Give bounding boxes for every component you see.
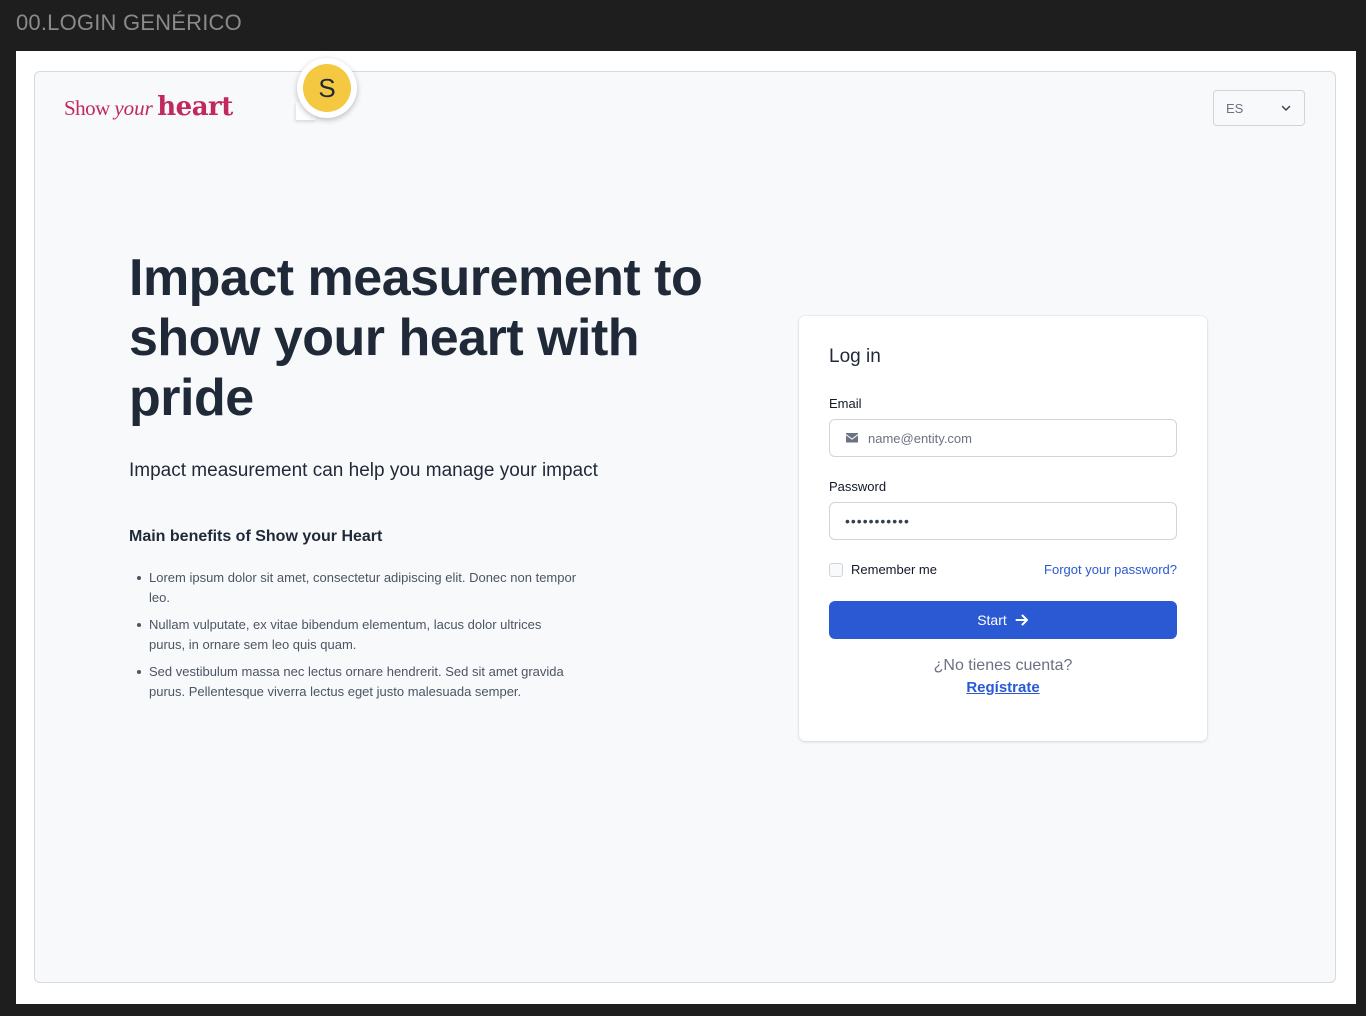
hero-title: Impact measurement to show your heart wi… — [129, 249, 703, 427]
hero-subtitle: Impact measurement can help you manage y… — [129, 460, 598, 481]
start-button[interactable]: Start — [829, 601, 1177, 639]
list-item: Sed vestibulum massa nec lectus ornare h… — [137, 662, 579, 702]
language-value: ES — [1226, 100, 1244, 116]
brand-logo[interactable]: Show your heart — [64, 92, 233, 122]
login-title: Log in — [829, 346, 881, 367]
benefits-title: Main benefits of Show your Heart — [129, 528, 383, 545]
no-account-text: ¿No tienes cuenta? — [933, 657, 1073, 674]
avatar[interactable]: S — [297, 58, 357, 118]
email-field-wrapper — [829, 419, 1177, 457]
logo-part-heart: heart — [157, 92, 233, 122]
forgot-password-link[interactable]: Forgot your password? — [1044, 562, 1177, 577]
login-page: Show your heart S ES Impact measurement … — [34, 58, 1336, 983]
chevron-down-icon — [1281, 105, 1291, 111]
remember-row: Remember me Forgot your password? — [829, 562, 1177, 577]
remember-me-label: Remember me — [851, 562, 937, 577]
list-item: Nullam vulputate, ex vitae bibendum elem… — [137, 615, 579, 655]
language-select[interactable]: ES — [1213, 90, 1305, 126]
logo-part-your: your — [114, 96, 153, 120]
password-field-wrapper — [829, 502, 1177, 540]
email-field[interactable] — [830, 420, 1176, 456]
password-label: Password — [829, 479, 887, 494]
logo-part-show: Show — [64, 96, 110, 120]
avatar-initial: S — [303, 64, 351, 112]
password-field[interactable] — [830, 503, 1176, 539]
remember-me-checkbox[interactable] — [829, 562, 843, 577]
start-button-label: Start — [977, 612, 1007, 628]
email-label: Email — [829, 396, 862, 411]
register-link[interactable]: Regístrate — [829, 679, 1177, 696]
benefits-list: Lorem ipsum dolor sit amet, consectetur … — [129, 568, 579, 709]
login-card: Log in Email Password Remember me Forgot… — [799, 316, 1207, 741]
artboard: Show your heart S ES Impact measurement … — [16, 51, 1356, 1004]
list-item: Lorem ipsum dolor sit amet, consectetur … — [137, 568, 579, 608]
arrow-right-icon — [1015, 614, 1028, 626]
frame-title: 00.LOGIN GENÉRICO — [16, 10, 242, 35]
remember-me-toggle[interactable]: Remember me — [829, 562, 937, 577]
